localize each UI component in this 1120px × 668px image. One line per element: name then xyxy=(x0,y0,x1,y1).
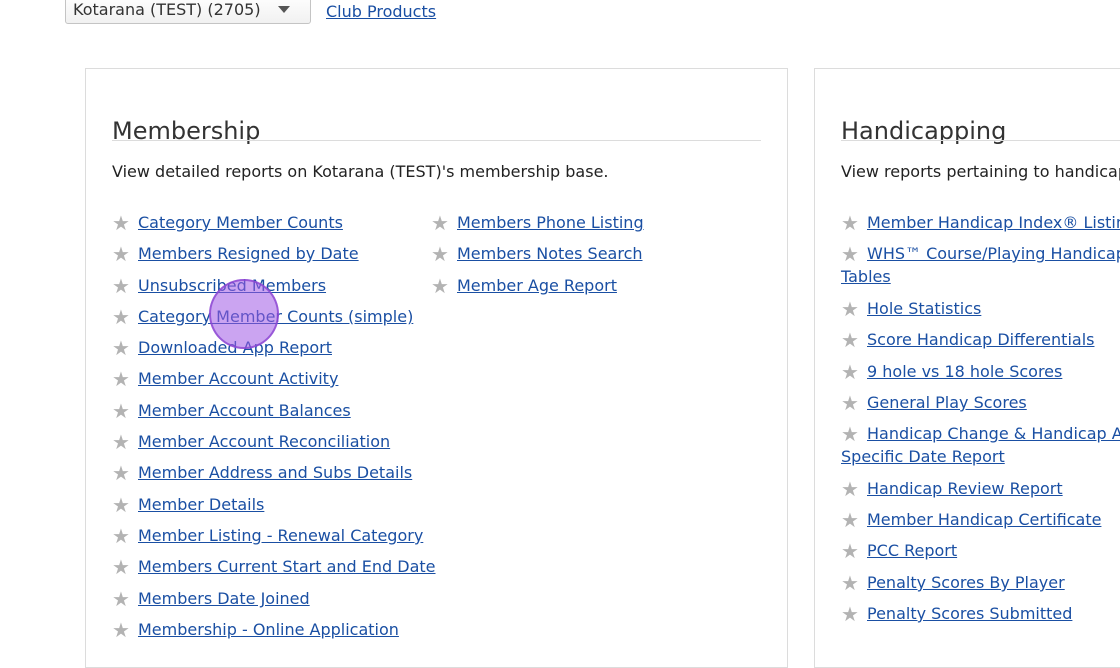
star-icon[interactable]: ★ xyxy=(841,299,863,319)
divider xyxy=(841,140,1120,141)
star-icon[interactable]: ★ xyxy=(431,244,453,264)
star-icon[interactable]: ★ xyxy=(112,244,134,264)
club-select[interactable]: Kotarana (TEST) (2705) xyxy=(65,0,311,24)
club-select-value: Kotarana (TEST) (2705) xyxy=(73,0,261,19)
star-icon[interactable]: ★ xyxy=(841,424,863,444)
star-icon[interactable]: ★ xyxy=(112,620,134,640)
report-link[interactable]: Member Account Balances xyxy=(138,401,351,420)
list-item: ★ Members Notes Search xyxy=(431,242,643,265)
report-link[interactable]: Penalty Scores By Player xyxy=(867,573,1065,592)
list-item: ★ PCC Report xyxy=(841,539,957,562)
club-products-link[interactable]: Club Products xyxy=(326,2,436,21)
star-icon[interactable]: ★ xyxy=(112,369,134,389)
star-icon[interactable]: ★ xyxy=(112,495,134,515)
list-item: ★ Member Account Balances xyxy=(112,399,351,422)
report-link[interactable]: Members Notes Search xyxy=(457,244,643,263)
divider xyxy=(112,140,761,141)
report-link[interactable]: Category Member Counts xyxy=(138,213,343,232)
report-link[interactable]: General Play Scores xyxy=(867,393,1027,412)
list-item: ★ Member Age Report xyxy=(431,274,617,297)
report-link[interactable]: Member Address and Subs Details xyxy=(138,463,412,482)
star-icon[interactable]: ★ xyxy=(112,338,134,358)
star-icon[interactable]: ★ xyxy=(112,589,134,609)
list-item: ★ Member Handicap Index® Listing xyxy=(841,211,1120,234)
list-item: ★ Downloaded App Report xyxy=(112,336,332,359)
report-link[interactable]: Membership - Online Application xyxy=(138,620,399,639)
star-icon[interactable]: ★ xyxy=(112,401,134,421)
star-icon[interactable]: ★ xyxy=(841,541,863,561)
star-icon[interactable]: ★ xyxy=(431,213,453,233)
chevron-down-icon xyxy=(278,6,290,13)
report-link[interactable]: Member Age Report xyxy=(457,276,617,295)
list-item: ★ Member Listing - Renewal Category xyxy=(112,524,423,547)
report-link[interactable]: Downloaded App Report xyxy=(138,338,332,357)
star-icon[interactable]: ★ xyxy=(112,213,134,233)
star-icon[interactable]: ★ xyxy=(841,393,863,413)
report-link[interactable]: Members Phone Listing xyxy=(457,213,644,232)
star-icon[interactable]: ★ xyxy=(112,557,134,577)
list-item: ★ Member Handicap Certificate xyxy=(841,508,1101,531)
list-item: ★ Member Account Reconciliation xyxy=(112,430,390,453)
report-link[interactable]: Member Account Reconciliation xyxy=(138,432,390,451)
handicapping-description: View reports pertaining to handicapp xyxy=(841,162,1120,181)
star-icon[interactable]: ★ xyxy=(841,479,863,499)
handicapping-panel: Handicapping View reports pertaining to … xyxy=(814,68,1120,668)
membership-description: View detailed reports on Kotarana (TEST)… xyxy=(112,162,609,181)
report-link[interactable]: Score Handicap Differentials xyxy=(867,330,1094,349)
report-link[interactable]: Unsubscribed Members xyxy=(138,276,326,295)
star-icon[interactable]: ★ xyxy=(841,573,863,593)
star-icon[interactable]: ★ xyxy=(112,463,134,483)
report-link[interactable]: Members Resigned by Date xyxy=(138,244,359,263)
list-item: ★ Members Resigned by Date xyxy=(112,242,359,265)
list-item: ★ Membership - Online Application xyxy=(112,618,399,641)
report-link[interactable]: Members Current Start and End Date xyxy=(138,557,436,576)
list-item: ★ Penalty Scores Submitted xyxy=(841,602,1072,625)
report-link[interactable]: Hole Statistics xyxy=(867,299,981,318)
report-link[interactable]: Member Account Activity xyxy=(138,369,338,388)
list-item: ★ Hole Statistics xyxy=(841,297,981,320)
report-link[interactable]: Member Listing - Renewal Category xyxy=(138,526,423,545)
list-item: ★ Handicap Review Report xyxy=(841,477,1063,500)
report-link[interactable]: Penalty Scores Submitted xyxy=(867,604,1072,623)
list-item: ★ Category Member Counts (simple) xyxy=(112,305,413,328)
list-item: ★ General Play Scores xyxy=(841,391,1027,414)
star-icon[interactable]: ★ xyxy=(841,362,863,382)
report-link[interactable]: 9 hole vs 18 hole Scores xyxy=(867,362,1062,381)
report-link[interactable]: WHS™ Course/Playing Handicap Tables xyxy=(841,244,1120,286)
list-item: ★ Unsubscribed Members xyxy=(112,274,326,297)
report-link[interactable]: Member Handicap Certificate xyxy=(867,510,1101,529)
list-item: ★ Score Handicap Differentials xyxy=(841,328,1094,351)
list-item: ★ Members Date Joined xyxy=(112,587,310,610)
report-link[interactable]: Member Details xyxy=(138,495,264,514)
list-item: ★ Member Account Activity xyxy=(112,367,338,390)
star-icon[interactable]: ★ xyxy=(841,213,863,233)
membership-panel: Membership View detailed reports on Kota… xyxy=(85,68,788,668)
star-icon[interactable]: ★ xyxy=(841,604,863,624)
star-icon[interactable]: ★ xyxy=(112,307,134,327)
star-icon[interactable]: ★ xyxy=(112,526,134,546)
list-item: ★ Handicap Change & Handicap At Specific … xyxy=(815,422,1120,468)
list-item: ★ 9 hole vs 18 hole Scores xyxy=(841,360,1062,383)
list-item: ★ Members Current Start and End Date xyxy=(112,555,436,578)
star-icon[interactable]: ★ xyxy=(112,276,134,296)
list-item: ★ Member Details xyxy=(112,493,264,516)
star-icon[interactable]: ★ xyxy=(112,432,134,452)
star-icon[interactable]: ★ xyxy=(841,510,863,530)
star-icon[interactable]: ★ xyxy=(841,244,863,264)
report-link[interactable]: PCC Report xyxy=(867,541,957,560)
report-link[interactable]: Category Member Counts (simple) xyxy=(138,307,413,326)
list-item: ★ Members Phone Listing xyxy=(431,211,644,234)
list-item: ★ Category Member Counts xyxy=(112,211,343,234)
star-icon[interactable]: ★ xyxy=(431,276,453,296)
report-link[interactable]: Handicap Review Report xyxy=(867,479,1063,498)
list-item: ★ Penalty Scores By Player xyxy=(841,571,1065,594)
report-link[interactable]: Members Date Joined xyxy=(138,589,310,608)
list-item: ★ Member Address and Subs Details xyxy=(112,461,412,484)
list-item: ★ WHS™ Course/Playing Handicap Tables xyxy=(815,242,1120,288)
report-link[interactable]: Member Handicap Index® Listing xyxy=(867,213,1120,232)
star-icon[interactable]: ★ xyxy=(841,330,863,350)
report-link[interactable]: Handicap Change & Handicap At Specific D… xyxy=(841,424,1120,466)
